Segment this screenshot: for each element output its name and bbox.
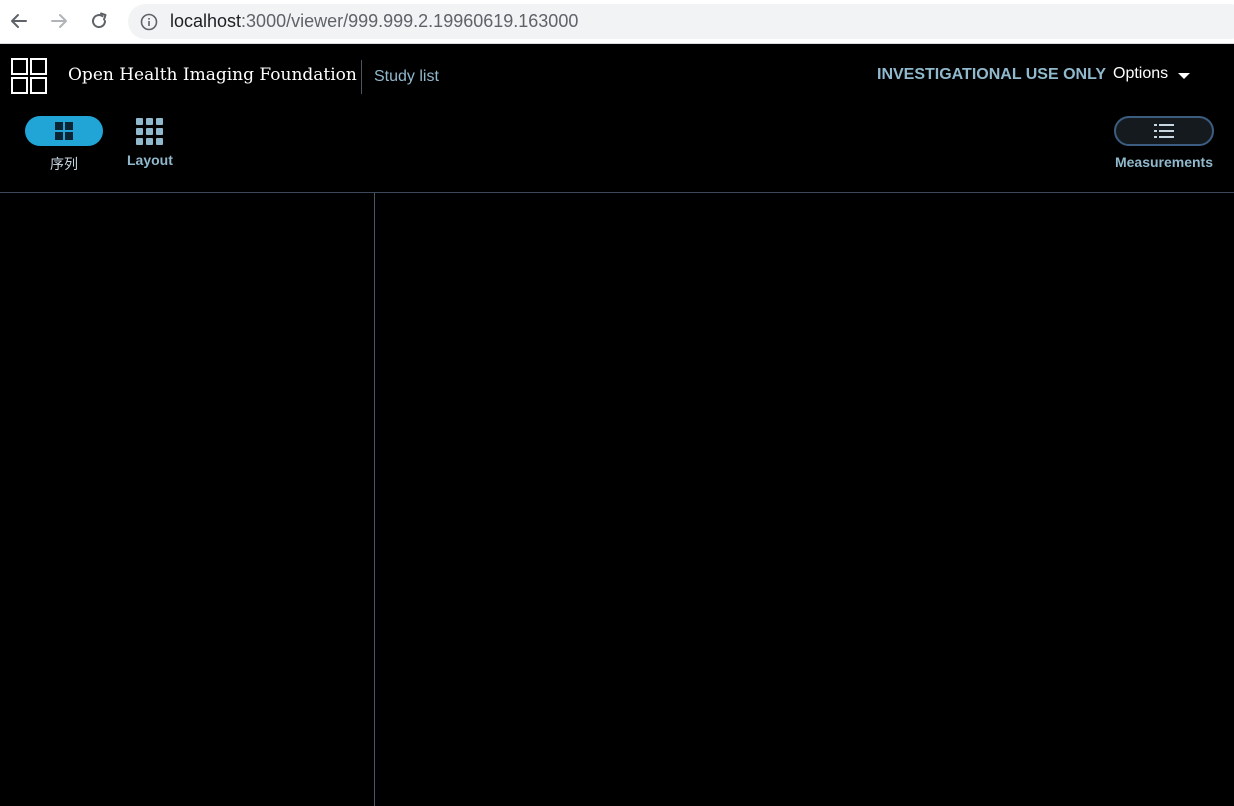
series-toggle[interactable] [25,116,103,146]
grid-3x3-icon [136,118,164,145]
browser-toolbar: localhost:3000/viewer/999.999.2.19960619… [0,0,1234,44]
header-divider [361,60,362,94]
url-host: localhost [170,11,242,31]
url-text[interactable]: localhost:3000/viewer/999.999.2.19960619… [170,11,578,31]
layout-button[interactable]: Layout [127,118,173,168]
list-icon [1154,124,1174,138]
arrow-right-icon [51,14,67,28]
back-button[interactable] [6,8,32,34]
reload-icon [92,12,107,29]
info-icon[interactable] [140,13,158,31]
measurements-toggle[interactable] [1114,116,1214,146]
measurements-button[interactable]: Measurements [1114,116,1214,170]
ohif-logo-icon[interactable] [11,58,47,94]
url-path: :3000/viewer/999.999.2.19960619.163000 [241,11,579,31]
address-bar[interactable]: localhost:3000/viewer/999.999.2.19960619… [128,4,1234,39]
options-dropdown[interactable]: Options [1113,65,1191,83]
grid-2x2-icon [55,122,73,140]
study-list-link[interactable]: Study list [374,68,439,86]
series-side-panel [0,193,375,806]
series-label: 序列 [50,156,78,172]
main-content [0,193,1234,806]
brand-title[interactable]: Open Health Imaging Foundation [68,65,357,85]
options-label: Options [1113,65,1169,82]
reload-button[interactable] [86,8,112,34]
image-viewport[interactable] [376,193,1234,806]
series-button[interactable]: 序列 [25,116,103,174]
investigational-use-label: INVESTIGATIONAL USE ONLY [877,66,1107,83]
caret-down-icon [1178,72,1191,79]
measurements-label: Measurements [1114,154,1214,170]
forward-button[interactable] [46,8,72,34]
layout-label: Layout [127,152,173,168]
toolbar: 序列 Layout Measurements [0,105,1234,193]
arrow-left-icon [11,14,27,28]
app-header: Open Health Imaging Foundation Study lis… [0,45,1234,105]
